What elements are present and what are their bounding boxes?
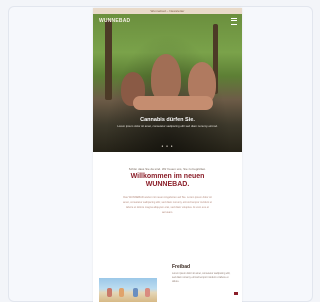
legs-figure <box>133 96 213 110</box>
hero-subcaption: Lorem ipsum dolor sit amet, consetetur s… <box>117 124 218 128</box>
person-figure <box>145 288 150 297</box>
brand-logo[interactable]: WUNNEBAD <box>99 18 130 24</box>
menu-icon[interactable] <box>231 18 237 25</box>
hero-caption: Cannabis dürfen Sie. <box>140 117 195 123</box>
person-figure <box>119 288 124 297</box>
headline-line-1: Willkommen im neuen <box>130 173 205 180</box>
freibad-section: Freibad Lorem ipsum dolor sit amet, cons… <box>172 264 238 295</box>
hero-image: WUNNEBAD Cannabis dürfen Sie. Lorem ipsu… <box>93 14 242 152</box>
intro-headline: Willkommen im neuen WUNNEBAD. <box>93 173 242 189</box>
section-photo <box>99 278 157 302</box>
person-figure <box>133 288 138 297</box>
section-title: Freibad <box>172 264 191 270</box>
person-figure <box>151 54 181 102</box>
slider-dots[interactable]: ● ● ● <box>93 144 242 148</box>
intro-section: Schön dass Sie da sind. Wir freuen uns, … <box>93 152 242 215</box>
section-text: Lorem ipsum dolor sit amet, consetetur s… <box>172 272 231 283</box>
intro-body: Das WUNNEBAD wartet mit neuen Angeboten … <box>123 196 212 214</box>
person-figure <box>107 288 112 297</box>
newsletter-preview[interactable]: Wunnebad – Newsletter WUNNEBAD Cannabis … <box>93 8 242 302</box>
headline-line-2: WUNNEBAD. <box>145 181 190 188</box>
more-button[interactable] <box>234 292 238 295</box>
tree-trunk <box>105 20 112 100</box>
intro-eyebrow: Schön dass Sie da sind. Wir freuen uns, … <box>128 167 207 171</box>
